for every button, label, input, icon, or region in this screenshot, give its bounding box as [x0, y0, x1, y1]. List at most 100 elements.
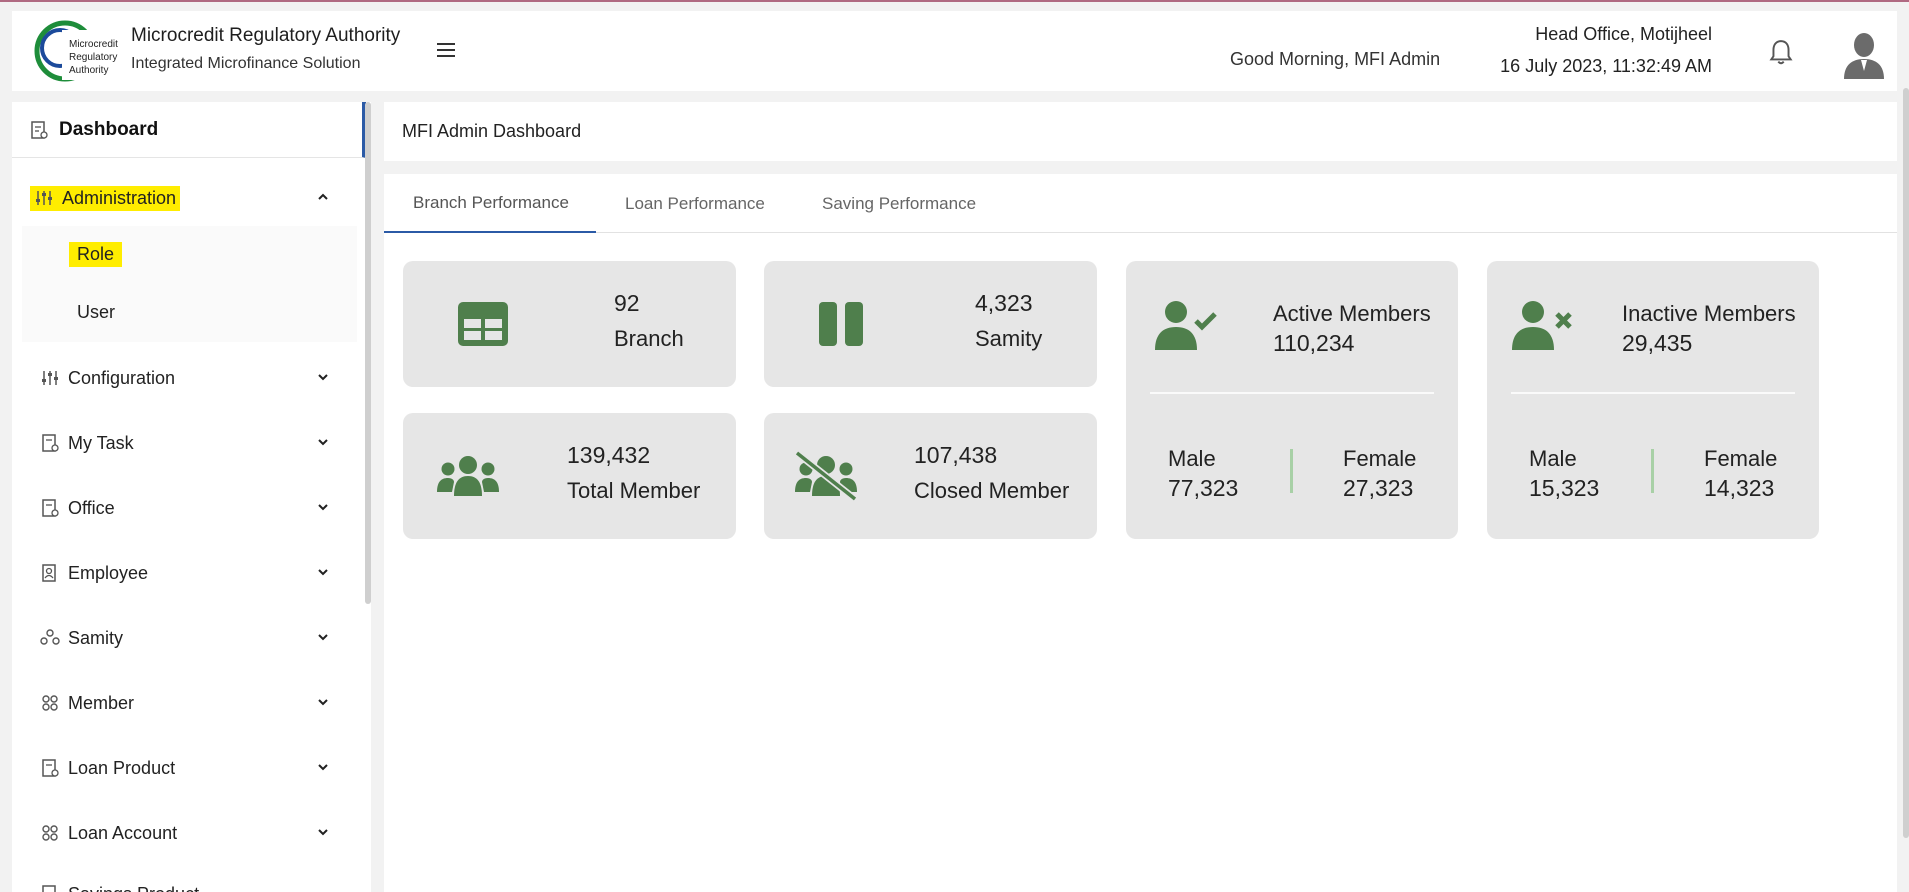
table-grid-icon — [458, 302, 508, 346]
inactive-male-count: 15,323 — [1529, 475, 1600, 501]
sidebar-item-employee[interactable]: Employee — [12, 549, 357, 597]
svg-text:Authority: Authority — [69, 65, 108, 76]
branch-count: 92 — [614, 290, 640, 316]
document-icon — [42, 434, 59, 452]
tab-branch-performance[interactable]: Branch Performance — [384, 174, 596, 233]
document-icon — [42, 885, 56, 892]
top-accent-line — [0, 0, 1909, 2]
svg-text:Microcredit: Microcredit — [69, 39, 118, 50]
branch-card: 92 Branch — [403, 261, 736, 387]
active-female-label: Female — [1343, 446, 1417, 471]
members-icon — [42, 825, 58, 841]
chevron-down-icon — [318, 634, 328, 641]
dashboard-panel: Branch Performance Loan Performance Savi… — [384, 174, 1897, 892]
closed-member-count: 107,438 — [914, 442, 998, 468]
sidebar-item-label: My Task — [68, 432, 134, 453]
sidebar-item-my-task[interactable]: My Task — [12, 419, 357, 467]
divider — [1290, 449, 1293, 493]
sidebar-dashboard-label: Dashboard — [59, 118, 159, 140]
divider — [1511, 392, 1795, 394]
org-name: Microcredit Regulatory Authority — [131, 25, 401, 46]
sidebar-item-label: Employee — [68, 562, 149, 583]
sidebar-item-member[interactable]: Member — [12, 679, 357, 727]
sidebar-role-label: Role — [69, 241, 123, 267]
sidebar-item-samity[interactable]: Samity — [12, 614, 357, 662]
members-icon — [42, 695, 58, 711]
top-header: Microcredit Regulatory Authority Microcr… — [12, 11, 1897, 91]
divider — [1150, 392, 1434, 394]
user-xmark-icon — [1512, 301, 1572, 350]
tab-saving-performance[interactable]: Saving Performance — [822, 174, 976, 233]
chevron-down-icon — [318, 374, 328, 381]
org-subtitle: Integrated Microfinance Solution — [131, 55, 361, 72]
sidebar-item-loan-product[interactable]: Loan Product — [12, 744, 357, 792]
active-male-label: Male — [1168, 446, 1216, 471]
mra-logo: Microcredit Regulatory Authority — [34, 20, 118, 82]
users-group-icon — [437, 456, 499, 496]
sidebar-administration-label: Administration — [62, 187, 177, 208]
sidebar-item-dashboard[interactable]: Dashboard — [12, 102, 366, 158]
main-content: MFI Admin Dashboard Branch Performance L… — [384, 102, 1897, 892]
sidebar-item-label: Loan Account — [68, 822, 178, 843]
samity-card: 4,323 Samity — [764, 261, 1097, 387]
document-icon — [42, 499, 59, 517]
active-members-label: Active Members — [1273, 301, 1431, 326]
chevron-down-icon — [318, 439, 328, 446]
current-datetime: 16 July 2023, 11:32:49 AM — [1500, 56, 1712, 76]
active-male-count: 77,323 — [1168, 475, 1239, 501]
pause-icon — [819, 302, 863, 346]
group-network-icon — [40, 629, 60, 645]
sidebar-item-user[interactable]: User — [22, 288, 357, 336]
chevron-down-icon — [318, 569, 328, 576]
chevron-down-icon — [318, 504, 328, 511]
sidebar-item-role[interactable]: Role — [22, 230, 357, 278]
office-name: Head Office, Motijheel — [1535, 24, 1712, 44]
sidebar-item-savings-product[interactable]: Savings Product — [12, 870, 357, 892]
chevron-up-icon — [318, 193, 328, 200]
id-card-icon — [42, 564, 56, 582]
tab-loan-performance[interactable]: Loan Performance — [625, 174, 765, 233]
sliders-icon — [42, 371, 58, 385]
closed-member-label: Closed Member — [914, 478, 1070, 503]
inactive-female-count: 14,323 — [1704, 475, 1775, 501]
page-title: MFI Admin Dashboard — [384, 102, 1897, 161]
inactive-members-card: Inactive Members 29,435 Male 15,323 Fema… — [1487, 261, 1819, 539]
tab-bar: Branch Performance Loan Performance Savi… — [384, 174, 1897, 233]
administration-highlight: Administration — [30, 185, 181, 211]
inactive-members-label: Inactive Members — [1622, 301, 1796, 326]
sidebar: Dashboard Administration Role User Confi… — [12, 102, 371, 892]
active-members-count: 110,234 — [1273, 330, 1355, 356]
sidebar-item-loan-account[interactable]: Loan Account — [12, 809, 357, 857]
sidebar-scrollbar[interactable] — [365, 102, 371, 604]
chevron-down-icon — [318, 829, 328, 836]
active-members-card: Active Members 110,234 Male 77,323 Femal… — [1126, 261, 1458, 539]
divider — [1651, 449, 1654, 493]
greeting-text: Good Morning, MFI Admin — [1230, 49, 1441, 69]
office-info: Head Office, Motijheel 16 July 2023, 11:… — [1500, 24, 1712, 77]
user-avatar-icon[interactable] — [1840, 29, 1888, 79]
sidebar-item-label: Savings Product — [68, 884, 199, 892]
inactive-male-label: Male — [1529, 446, 1577, 471]
sliders-icon — [36, 191, 52, 205]
sidebar-item-label: Configuration — [68, 367, 176, 388]
administration-submenu: Role User — [22, 226, 357, 342]
sidebar-item-office[interactable]: Office — [12, 484, 357, 532]
notification-bell-icon[interactable] — [1768, 39, 1794, 67]
svg-text:Regulatory: Regulatory — [69, 52, 117, 63]
samity-count: 4,323 — [975, 290, 1033, 316]
sidebar-item-administration[interactable]: Administration — [12, 174, 357, 222]
document-icon — [42, 759, 59, 777]
sidebar-user-label: User — [77, 301, 116, 322]
sidebar-item-label: Loan Product — [68, 757, 176, 778]
total-member-card: 139,432 Total Member — [403, 413, 736, 539]
brand: Microcredit Regulatory Authority Integra… — [131, 25, 400, 73]
hamburger-menu-icon[interactable] — [437, 43, 461, 61]
samity-label: Samity — [975, 326, 1043, 351]
page-scrollbar[interactable] — [1903, 88, 1909, 838]
closed-member-card: 107,438 Closed Member — [764, 413, 1097, 539]
total-member-label: Total Member — [567, 478, 701, 503]
sidebar-item-configuration[interactable]: Configuration — [12, 354, 357, 402]
inactive-female-label: Female — [1704, 446, 1778, 471]
sidebar-item-label: Office — [68, 497, 115, 518]
branch-label: Branch — [614, 326, 684, 351]
